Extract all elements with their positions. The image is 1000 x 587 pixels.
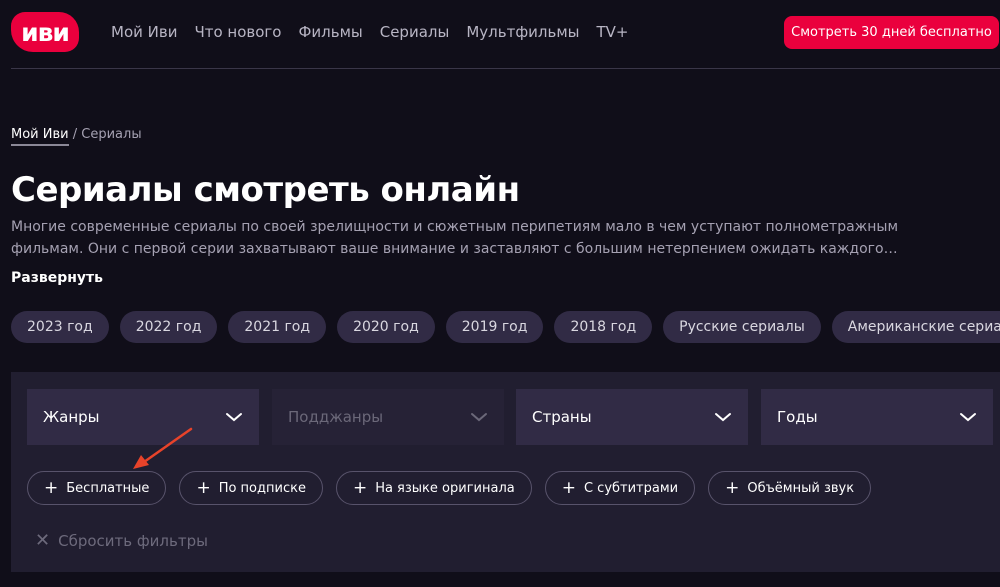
plus-icon: +	[352, 477, 368, 498]
toggle-surround-sound[interactable]: + Объёмный звук	[708, 471, 872, 505]
main-nav: Мой Иви Что нового Фильмы Сериалы Мультф…	[111, 22, 646, 42]
nav-tv-plus[interactable]: TV+	[597, 22, 629, 42]
quick-filter-chips: 2023 год 2022 год 2021 год 2020 год 2019…	[11, 311, 1000, 343]
toggle-subscription[interactable]: + По подписке	[179, 471, 323, 505]
years-select[interactable]: Годы	[761, 389, 993, 445]
plus-icon: +	[725, 477, 740, 498]
chevron-down-icon	[715, 413, 731, 422]
chip-2020[interactable]: 2020 год	[337, 311, 435, 343]
close-icon: ✕	[35, 530, 51, 551]
chip-2022[interactable]: 2022 год	[119, 311, 218, 343]
countries-select[interactable]: Страны	[516, 389, 748, 445]
chip-2021[interactable]: 2021 год	[228, 311, 327, 343]
years-select-label: Годы	[777, 408, 818, 426]
free-trial-button[interactable]: Смотреть 30 дней бесплатно	[784, 16, 999, 49]
chevron-down-icon	[226, 413, 242, 422]
nav-whats-new[interactable]: Что нового	[194, 22, 281, 42]
reset-filters-button[interactable]: ✕ Сбросить фильтры	[35, 530, 208, 551]
expand-description-link[interactable]: Развернуть	[11, 270, 103, 286]
chevron-down-icon	[960, 413, 976, 422]
toggle-free-label: Бесплатные	[66, 480, 150, 496]
subgenres-select[interactable]: Подджанры	[272, 389, 504, 445]
toggle-surround-sound-label: Объёмный звук	[747, 480, 855, 496]
filter-toggles: + Бесплатные + По подписке + На языке ор…	[27, 471, 884, 505]
nav-series[interactable]: Сериалы	[380, 22, 450, 42]
toggle-subtitles[interactable]: + С субтитрами	[544, 471, 696, 505]
nav-my-ivi[interactable]: Мой Иви	[111, 22, 177, 42]
countries-select-label: Страны	[532, 408, 592, 426]
chip-american-series[interactable]: Американские сериалы	[831, 311, 1000, 343]
chevron-down-icon	[471, 413, 487, 422]
toggle-original-language[interactable]: + На языке оригинала	[335, 471, 532, 505]
nav-movies[interactable]: Фильмы	[298, 22, 362, 42]
breadcrumb-home-link[interactable]: Мой Иви	[11, 127, 69, 146]
filter-panel: Жанры Подджанры Страны Годы + Бесплатные…	[11, 372, 1000, 572]
plus-icon: +	[196, 477, 211, 498]
site-header: иви Мой Иви Что нового Фильмы Сериалы Му…	[0, 0, 1000, 68]
plus-icon: +	[44, 477, 59, 498]
breadcrumb-separator: /	[72, 127, 78, 142]
chip-2018[interactable]: 2018 год	[554, 311, 653, 343]
breadcrumb-current: Сериалы	[81, 127, 142, 142]
subgenres-select-label: Подджанры	[288, 408, 384, 426]
plus-icon: +	[561, 477, 576, 498]
toggle-free[interactable]: + Бесплатные	[27, 471, 167, 505]
header-divider	[11, 68, 1000, 69]
chip-russian-series[interactable]: Русские сериалы	[663, 311, 821, 343]
toggle-subtitles-label: С субтитрами	[583, 480, 679, 496]
toggle-original-language-label: На языке оригинала	[375, 480, 515, 496]
genres-select-label: Жанры	[43, 408, 100, 426]
chip-2019[interactable]: 2019 год	[445, 311, 544, 343]
ivi-logo[interactable]: иви	[11, 12, 79, 52]
page-title: Сериалы смотреть онлайн	[11, 170, 520, 210]
genres-select[interactable]: Жанры	[27, 389, 259, 445]
page-description: Многие современные сериалы по своей зрел…	[11, 219, 899, 257]
chip-2023[interactable]: 2023 год	[11, 311, 109, 343]
breadcrumb: Мой Иви / Сериалы	[11, 127, 142, 146]
toggle-subscription-label: По подписке	[218, 480, 306, 496]
nav-cartoons[interactable]: Мультфильмы	[466, 22, 579, 42]
reset-filters-label: Сбросить фильтры	[58, 531, 208, 550]
